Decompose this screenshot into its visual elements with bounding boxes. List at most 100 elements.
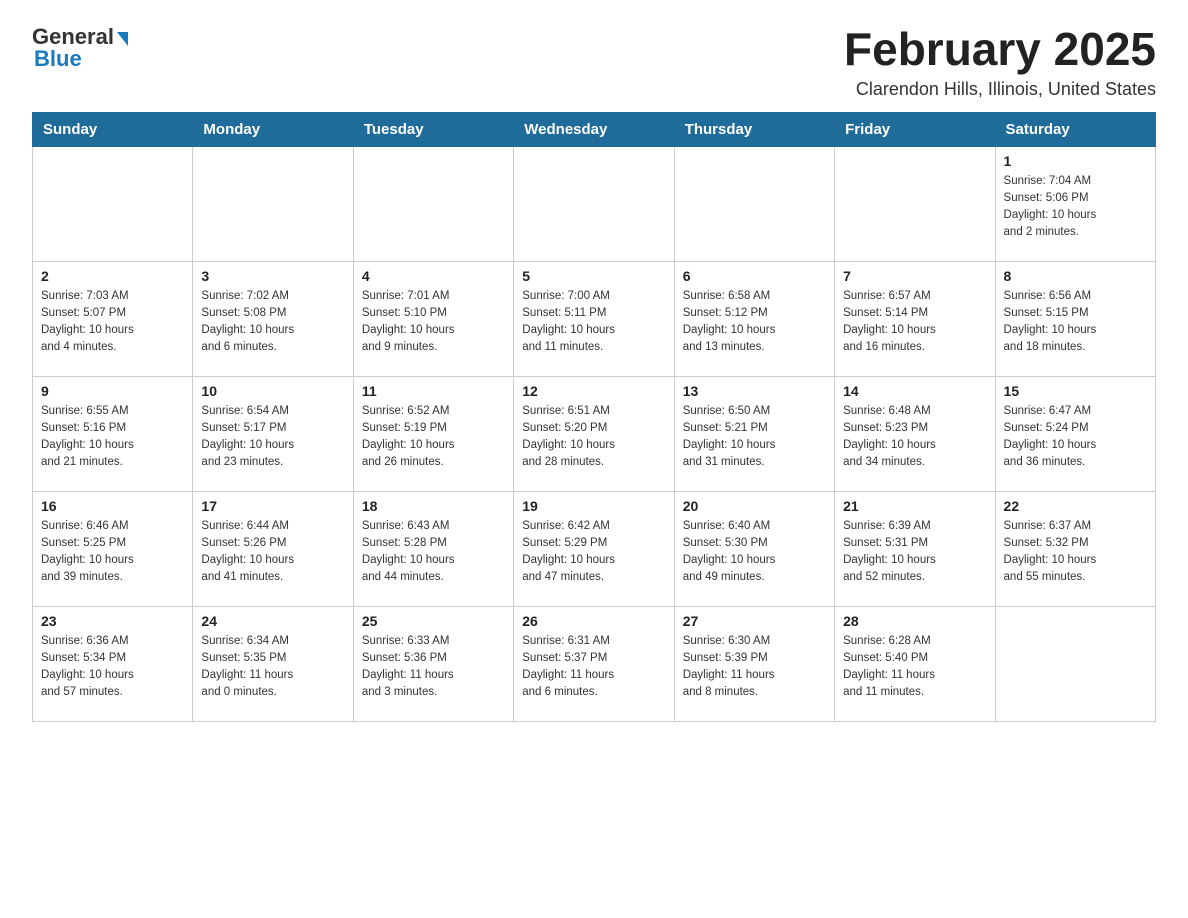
calendar-cell: 2Sunrise: 7:03 AM Sunset: 5:07 PM Daylig… (33, 261, 193, 376)
day-info: Sunrise: 6:39 AM Sunset: 5:31 PM Dayligh… (843, 518, 986, 587)
calendar-cell: 6 Sunrise: 6:58 AM Sunset: 5:12 PM Daylig… (674, 261, 834, 376)
page-header: General Blue February 2025 Clarendon Hil… (32, 24, 1156, 100)
day-number: 15 (1004, 383, 1147, 399)
day-number: 12 (522, 383, 665, 399)
day-info: Sunrise: 6:44 AM Sunset: 5:26 PM Dayligh… (201, 518, 344, 587)
location-title: Clarendon Hills, Illinois, United States (844, 79, 1156, 100)
day-info: Sunrise: 6:57 AM Sunset: 5:14 PM Dayligh… (843, 288, 986, 357)
weekday-header-tuesday: Tuesday (353, 112, 513, 146)
day-info: Sunrise: 7:02 AM Sunset: 5:08 PM Dayligh… (201, 288, 344, 357)
logo-arrow-icon (117, 32, 128, 46)
calendar-cell: 3 Sunrise: 7:02 AM Sunset: 5:08 PM Daylig… (193, 261, 353, 376)
day-number: 8 (1004, 268, 1147, 284)
day-info: Sunrise: 6:36 AM Sunset: 5:34 PM Dayligh… (41, 633, 184, 702)
calendar-cell: 13 Sunrise: 6:50 AM Sunset: 5:21 PM Dayli… (674, 376, 834, 491)
day-info: Sunrise: 6:33 AM Sunset: 5:36 PM Dayligh… (362, 633, 505, 702)
day-number: 27 (683, 613, 826, 629)
day-info: Sunrise: 7:03 AM Sunset: 5:07 PM Dayligh… (41, 288, 184, 357)
day-info: Sunrise: 7:00 AM Sunset: 5:11 PM Dayligh… (522, 288, 665, 357)
day-info: Sunrise: 6:48 AM Sunset: 5:23 PM Dayligh… (843, 403, 986, 472)
day-info: Sunrise: 6:58 AM Sunset: 5:12 PM Dayligh… (683, 288, 826, 357)
day-info: Sunrise: 6:42 AM Sunset: 5:29 PM Dayligh… (522, 518, 665, 587)
day-number: 17 (201, 498, 344, 514)
logo: General Blue (32, 24, 128, 72)
day-number: 26 (522, 613, 665, 629)
day-number: 5 (522, 268, 665, 284)
weekday-header-sunday: Sunday (33, 112, 193, 146)
day-number: 6 (683, 268, 826, 284)
day-number: 21 (843, 498, 986, 514)
day-number: 20 (683, 498, 826, 514)
calendar-header-row: SundayMondayTuesdayWednesdayThursdayFrid… (33, 112, 1156, 146)
calendar-cell: 15 Sunrise: 6:47 AM Sunset: 5:24 PM Dayli… (995, 376, 1155, 491)
day-info: Sunrise: 6:51 AM Sunset: 5:20 PM Dayligh… (522, 403, 665, 472)
calendar-cell: 23 Sunrise: 6:36 AM Sunset: 5:34 PM Dayli… (33, 606, 193, 721)
day-info: Sunrise: 6:40 AM Sunset: 5:30 PM Dayligh… (683, 518, 826, 587)
calendar-cell (514, 146, 674, 261)
day-number: 16 (41, 498, 184, 514)
day-number: 18 (362, 498, 505, 514)
day-number: 9 (41, 383, 184, 399)
day-info: Sunrise: 6:50 AM Sunset: 5:21 PM Dayligh… (683, 403, 826, 472)
day-number: 7 (843, 268, 986, 284)
calendar-cell (995, 606, 1155, 721)
day-info: Sunrise: 6:34 AM Sunset: 5:35 PM Dayligh… (201, 633, 344, 702)
calendar-cell: 20 Sunrise: 6:40 AM Sunset: 5:30 PM Dayli… (674, 491, 834, 606)
day-info: Sunrise: 7:01 AM Sunset: 5:10 PM Dayligh… (362, 288, 505, 357)
header-right: February 2025 Clarendon Hills, Illinois,… (844, 24, 1156, 100)
day-info: Sunrise: 6:30 AM Sunset: 5:39 PM Dayligh… (683, 633, 826, 702)
day-info: Sunrise: 6:54 AM Sunset: 5:17 PM Dayligh… (201, 403, 344, 472)
calendar-cell: 16 Sunrise: 6:46 AM Sunset: 5:25 PM Dayli… (33, 491, 193, 606)
day-info: Sunrise: 6:52 AM Sunset: 5:19 PM Dayligh… (362, 403, 505, 472)
day-number: 4 (362, 268, 505, 284)
day-number: 24 (201, 613, 344, 629)
day-number: 10 (201, 383, 344, 399)
calendar-cell (674, 146, 834, 261)
calendar-cell: 5 Sunrise: 7:00 AM Sunset: 5:11 PM Daylig… (514, 261, 674, 376)
calendar-week-row: 23 Sunrise: 6:36 AM Sunset: 5:34 PM Dayli… (33, 606, 1156, 721)
calendar-week-row: 9 Sunrise: 6:55 AM Sunset: 5:16 PM Daylig… (33, 376, 1156, 491)
calendar-week-row: 1Sunrise: 7:04 AM Sunset: 5:06 PM Daylig… (33, 146, 1156, 261)
weekday-header-thursday: Thursday (674, 112, 834, 146)
calendar-cell: 19Sunrise: 6:42 AM Sunset: 5:29 PM Dayli… (514, 491, 674, 606)
calendar-cell: 8 Sunrise: 6:56 AM Sunset: 5:15 PM Daylig… (995, 261, 1155, 376)
day-number: 22 (1004, 498, 1147, 514)
day-number: 23 (41, 613, 184, 629)
day-info: Sunrise: 6:47 AM Sunset: 5:24 PM Dayligh… (1004, 403, 1147, 472)
calendar-cell: 22Sunrise: 6:37 AM Sunset: 5:32 PM Dayli… (995, 491, 1155, 606)
weekday-header-monday: Monday (193, 112, 353, 146)
day-info: Sunrise: 6:56 AM Sunset: 5:15 PM Dayligh… (1004, 288, 1147, 357)
day-info: Sunrise: 7:04 AM Sunset: 5:06 PM Dayligh… (1004, 173, 1147, 242)
day-number: 3 (201, 268, 344, 284)
calendar-cell: 17 Sunrise: 6:44 AM Sunset: 5:26 PM Dayli… (193, 491, 353, 606)
calendar-cell: 28Sunrise: 6:28 AM Sunset: 5:40 PM Dayli… (835, 606, 995, 721)
day-info: Sunrise: 6:46 AM Sunset: 5:25 PM Dayligh… (41, 518, 184, 587)
calendar-cell (193, 146, 353, 261)
calendar-cell: 1Sunrise: 7:04 AM Sunset: 5:06 PM Daylig… (995, 146, 1155, 261)
calendar-cell: 27 Sunrise: 6:30 AM Sunset: 5:39 PM Dayli… (674, 606, 834, 721)
calendar-cell: 9 Sunrise: 6:55 AM Sunset: 5:16 PM Daylig… (33, 376, 193, 491)
calendar-cell: 11Sunrise: 6:52 AM Sunset: 5:19 PM Dayli… (353, 376, 513, 491)
calendar-cell: 21 Sunrise: 6:39 AM Sunset: 5:31 PM Dayli… (835, 491, 995, 606)
calendar-cell: 14 Sunrise: 6:48 AM Sunset: 5:23 PM Dayli… (835, 376, 995, 491)
day-info: Sunrise: 6:31 AM Sunset: 5:37 PM Dayligh… (522, 633, 665, 702)
calendar-week-row: 16 Sunrise: 6:46 AM Sunset: 5:25 PM Dayli… (33, 491, 1156, 606)
calendar-cell: 7 Sunrise: 6:57 AM Sunset: 5:14 PM Daylig… (835, 261, 995, 376)
calendar-cell (353, 146, 513, 261)
calendar-cell: 12 Sunrise: 6:51 AM Sunset: 5:20 PM Dayli… (514, 376, 674, 491)
day-number: 13 (683, 383, 826, 399)
calendar-cell: 24 Sunrise: 6:34 AM Sunset: 5:35 PM Dayli… (193, 606, 353, 721)
day-number: 14 (843, 383, 986, 399)
logo-blue-text: Blue (34, 46, 82, 72)
day-number: 28 (843, 613, 986, 629)
calendar-cell (33, 146, 193, 261)
calendar-cell (835, 146, 995, 261)
month-title: February 2025 (844, 24, 1156, 75)
day-info: Sunrise: 6:55 AM Sunset: 5:16 PM Dayligh… (41, 403, 184, 472)
calendar-table: SundayMondayTuesdayWednesdayThursdayFrid… (32, 112, 1156, 722)
calendar-week-row: 2Sunrise: 7:03 AM Sunset: 5:07 PM Daylig… (33, 261, 1156, 376)
calendar-cell: 10 Sunrise: 6:54 AM Sunset: 5:17 PM Dayli… (193, 376, 353, 491)
day-info: Sunrise: 6:43 AM Sunset: 5:28 PM Dayligh… (362, 518, 505, 587)
day-number: 25 (362, 613, 505, 629)
weekday-header-saturday: Saturday (995, 112, 1155, 146)
